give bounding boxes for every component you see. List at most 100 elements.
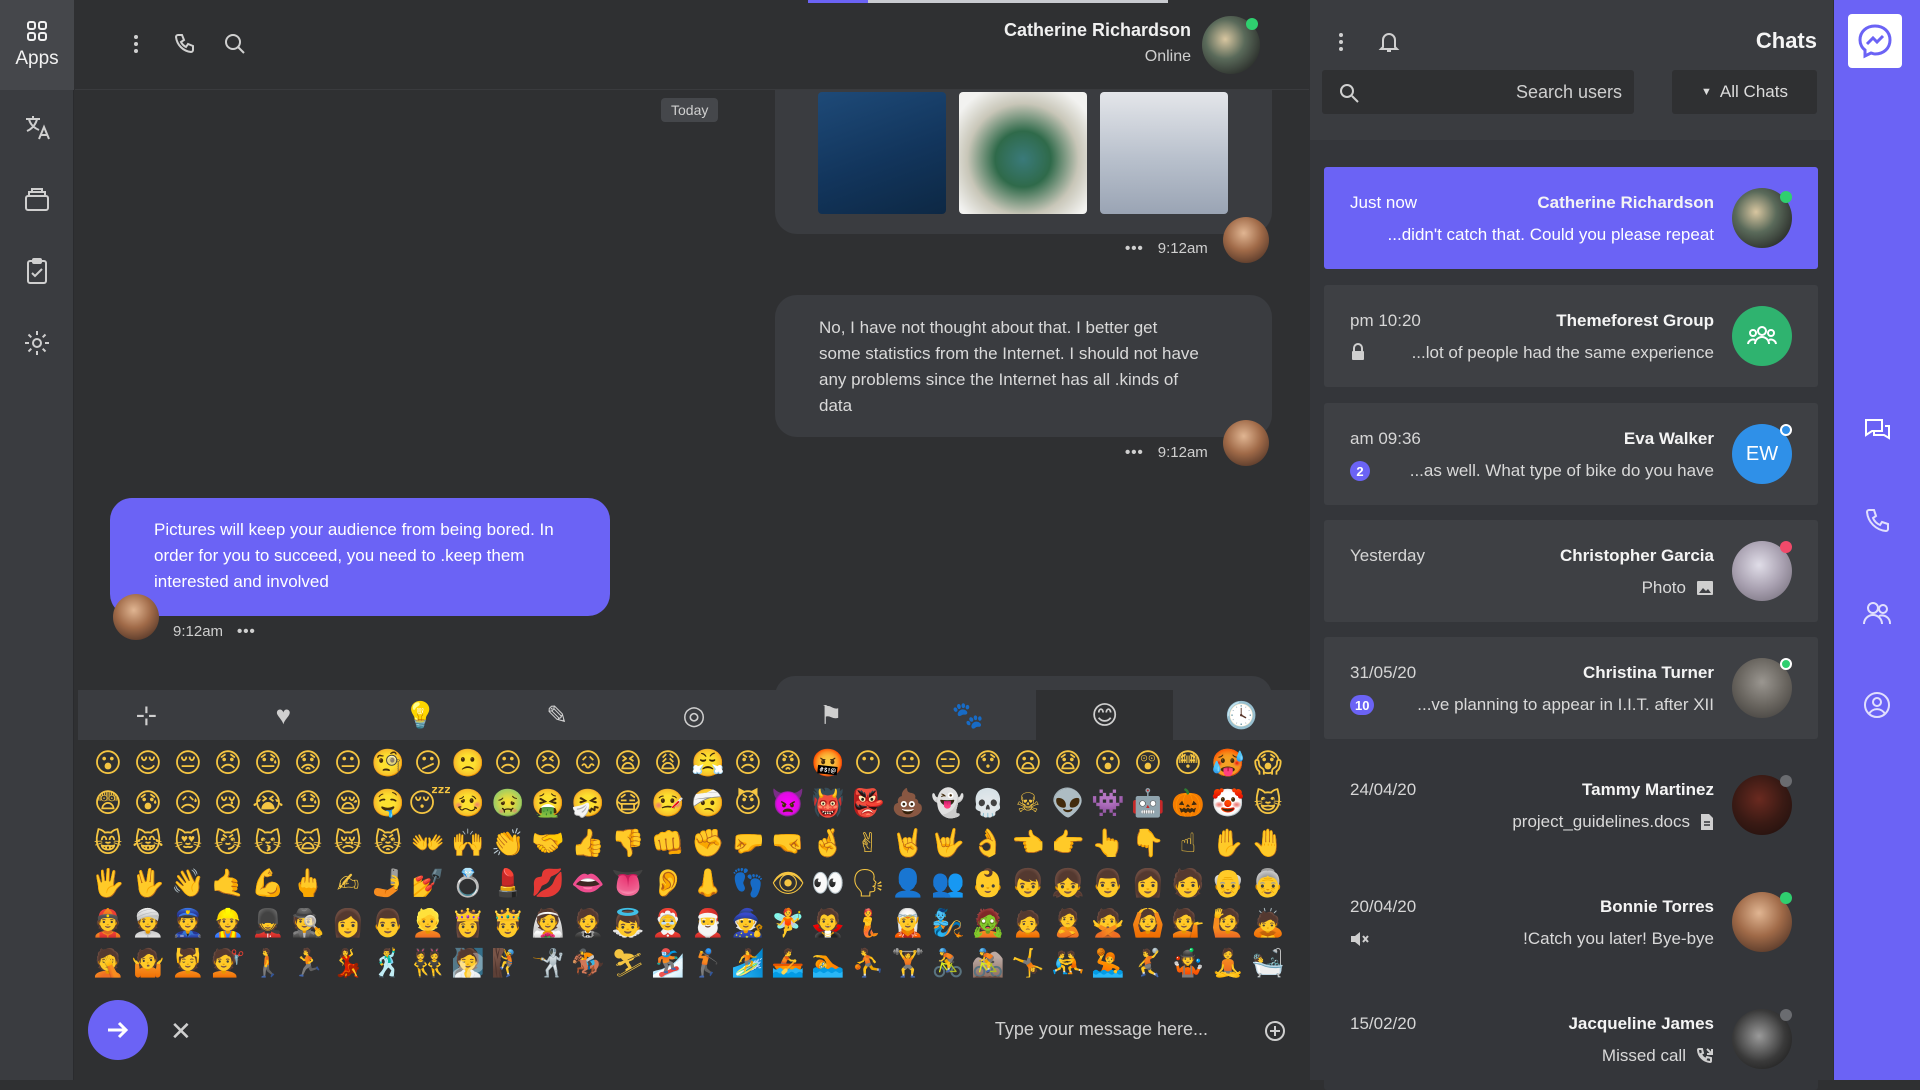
- emoji-item[interactable]: 😪: [328, 784, 368, 824]
- emoji-item[interactable]: 🙌: [448, 824, 488, 864]
- emoji-item[interactable]: 🤾: [1128, 944, 1168, 984]
- emoji-item[interactable]: 🤮: [528, 784, 568, 824]
- emoji-item[interactable]: 👉: [1048, 824, 1088, 864]
- emoji-item[interactable]: 🏂: [648, 944, 688, 984]
- chat-list-item[interactable]: 24/04/20 Tammy Martinez project_guidelin…: [1324, 754, 1818, 856]
- emoji-item[interactable]: 🖖: [128, 864, 168, 904]
- emoji-item[interactable]: 👎: [608, 824, 648, 864]
- emoji-item[interactable]: 🙋: [1208, 904, 1248, 944]
- emoji-item[interactable]: 🤸: [1008, 944, 1048, 984]
- emoji-item[interactable]: 🏊: [808, 944, 848, 984]
- emoji-item[interactable]: 😈: [728, 784, 768, 824]
- emoji-item[interactable]: 💂: [248, 904, 288, 944]
- emoji-item[interactable]: 🧙: [728, 904, 768, 944]
- emoji-item[interactable]: 🤷: [128, 944, 168, 984]
- emoji-item[interactable]: ✍: [328, 864, 368, 904]
- close-emoji-icon[interactable]: ✕: [170, 1016, 192, 1047]
- emoji-item[interactable]: 🤞: [808, 824, 848, 864]
- emoji-item[interactable]: 💇: [208, 944, 248, 984]
- search-users-input[interactable]: [1322, 70, 1622, 114]
- emoji-item[interactable]: 🧑: [1168, 864, 1208, 904]
- emoji-item[interactable]: 😳: [1168, 744, 1208, 784]
- emoji-item[interactable]: 💋: [528, 864, 568, 904]
- emoji-item[interactable]: 👯: [408, 944, 448, 984]
- emoji-item[interactable]: 😼: [208, 824, 248, 864]
- emoji-item[interactable]: 😣: [528, 744, 568, 784]
- emoji-item[interactable]: 🤛: [728, 824, 768, 864]
- chat-bubbles-icon[interactable]: [1862, 416, 1892, 446]
- emoji-item[interactable]: 🤢: [488, 784, 528, 824]
- emoji-item[interactable]: 😻: [168, 824, 208, 864]
- emoji-item[interactable]: 🚵: [968, 944, 1008, 984]
- emoji-item[interactable]: 🚴: [928, 944, 968, 984]
- emoji-item[interactable]: 👨: [368, 904, 408, 944]
- emoji-item[interactable]: 👵: [1248, 864, 1288, 904]
- emoji-item[interactable]: 👄: [568, 864, 608, 904]
- chat-list-item[interactable]: Yesterday Christopher Garcia Photo: [1324, 520, 1818, 622]
- profile-icon[interactable]: [1862, 690, 1892, 720]
- emoji-item[interactable]: 🧞: [928, 904, 968, 944]
- emoji-item[interactable]: 🛀: [1248, 944, 1288, 984]
- emoji-item[interactable]: 😟: [288, 744, 328, 784]
- emoji-item[interactable]: 😕: [408, 744, 448, 784]
- emoji-item[interactable]: 😶: [848, 744, 888, 784]
- emoji-item[interactable]: 🧘: [1208, 944, 1248, 984]
- emoji-item[interactable]: 💪: [248, 864, 288, 904]
- archive-icon[interactable]: [22, 184, 52, 214]
- emoji-item[interactable]: 👌: [968, 824, 1008, 864]
- emoji-item[interactable]: 😡: [768, 744, 808, 784]
- emoji-item[interactable]: 🖐: [88, 864, 128, 904]
- emoji-item[interactable]: 👩: [1128, 864, 1168, 904]
- emoji-item[interactable]: 😞: [208, 744, 248, 784]
- message-options-icon[interactable]: •••: [1125, 444, 1144, 461]
- settings-gear-icon[interactable]: [22, 328, 52, 358]
- emoji-item[interactable]: 🤽: [1088, 944, 1128, 984]
- message-options-icon[interactable]: •••: [1125, 240, 1144, 257]
- message-options-icon[interactable]: •••: [237, 623, 256, 640]
- emoji-item[interactable]: 🤖: [1128, 784, 1168, 824]
- emoji-item[interactable]: 💁: [1168, 904, 1208, 944]
- emoji-tab-animals[interactable]: 🐾: [899, 690, 1036, 740]
- emoji-item[interactable]: 👧: [1048, 864, 1088, 904]
- emoji-item[interactable]: 🎃: [1168, 784, 1208, 824]
- contacts-icon[interactable]: [1862, 598, 1892, 628]
- emoji-item[interactable]: 👤: [888, 864, 928, 904]
- emoji-item[interactable]: 🙀: [288, 824, 328, 864]
- emoji-item[interactable]: 😔: [168, 744, 208, 784]
- emoji-item[interactable]: 😐: [888, 744, 928, 784]
- shared-image-1[interactable]: [818, 92, 946, 214]
- bell-icon[interactable]: [1378, 30, 1400, 54]
- emoji-item[interactable]: 🤝: [528, 824, 568, 864]
- emoji-tab-symbols[interactable]: ⊹: [78, 690, 215, 740]
- emoji-tab-objects[interactable]: 💡: [352, 690, 489, 740]
- emoji-item[interactable]: 😌: [128, 744, 168, 784]
- apps-button[interactable]: Apps: [0, 0, 74, 90]
- emoji-item[interactable]: 😽: [248, 824, 288, 864]
- messenger-logo-button[interactable]: [1848, 14, 1902, 68]
- emoji-item[interactable]: 👦: [1008, 864, 1048, 904]
- chat-list-item[interactable]: 15/02/20 Jacqueline James Missed call: [1324, 988, 1818, 1090]
- emoji-item[interactable]: 💍: [448, 864, 488, 904]
- search-icon[interactable]: [223, 32, 247, 56]
- emoji-item[interactable]: 😖: [568, 744, 608, 784]
- emoji-item[interactable]: 👣: [728, 864, 768, 904]
- emoji-tab-food[interactable]: ⚑: [762, 690, 899, 740]
- emoji-item[interactable]: 👋: [168, 864, 208, 904]
- emoji-item[interactable]: 🤦: [88, 944, 128, 984]
- emoji-item[interactable]: 🤟: [928, 824, 968, 864]
- emoji-item[interactable]: 😮: [1088, 744, 1128, 784]
- emoji-item[interactable]: 😮: [88, 744, 128, 784]
- chat-list-item[interactable]: pm 10:20 Themeforest Group ...lot of peo…: [1324, 285, 1818, 387]
- emoji-item[interactable]: 👲: [88, 904, 128, 944]
- emoji-item[interactable]: 😦: [1008, 744, 1048, 784]
- shared-image-3[interactable]: [1100, 92, 1228, 214]
- emoji-item[interactable]: 💀: [968, 784, 1008, 824]
- emoji-item[interactable]: ✊: [688, 824, 728, 864]
- emoji-item[interactable]: 😱: [1248, 744, 1288, 784]
- emoji-item[interactable]: 😺: [1248, 784, 1288, 824]
- emoji-item[interactable]: 👶: [968, 864, 1008, 904]
- emoji-item[interactable]: 💃: [328, 944, 368, 984]
- send-button[interactable]: [88, 1000, 148, 1060]
- emoji-item[interactable]: 😨: [88, 784, 128, 824]
- emoji-item[interactable]: 😸: [88, 824, 128, 864]
